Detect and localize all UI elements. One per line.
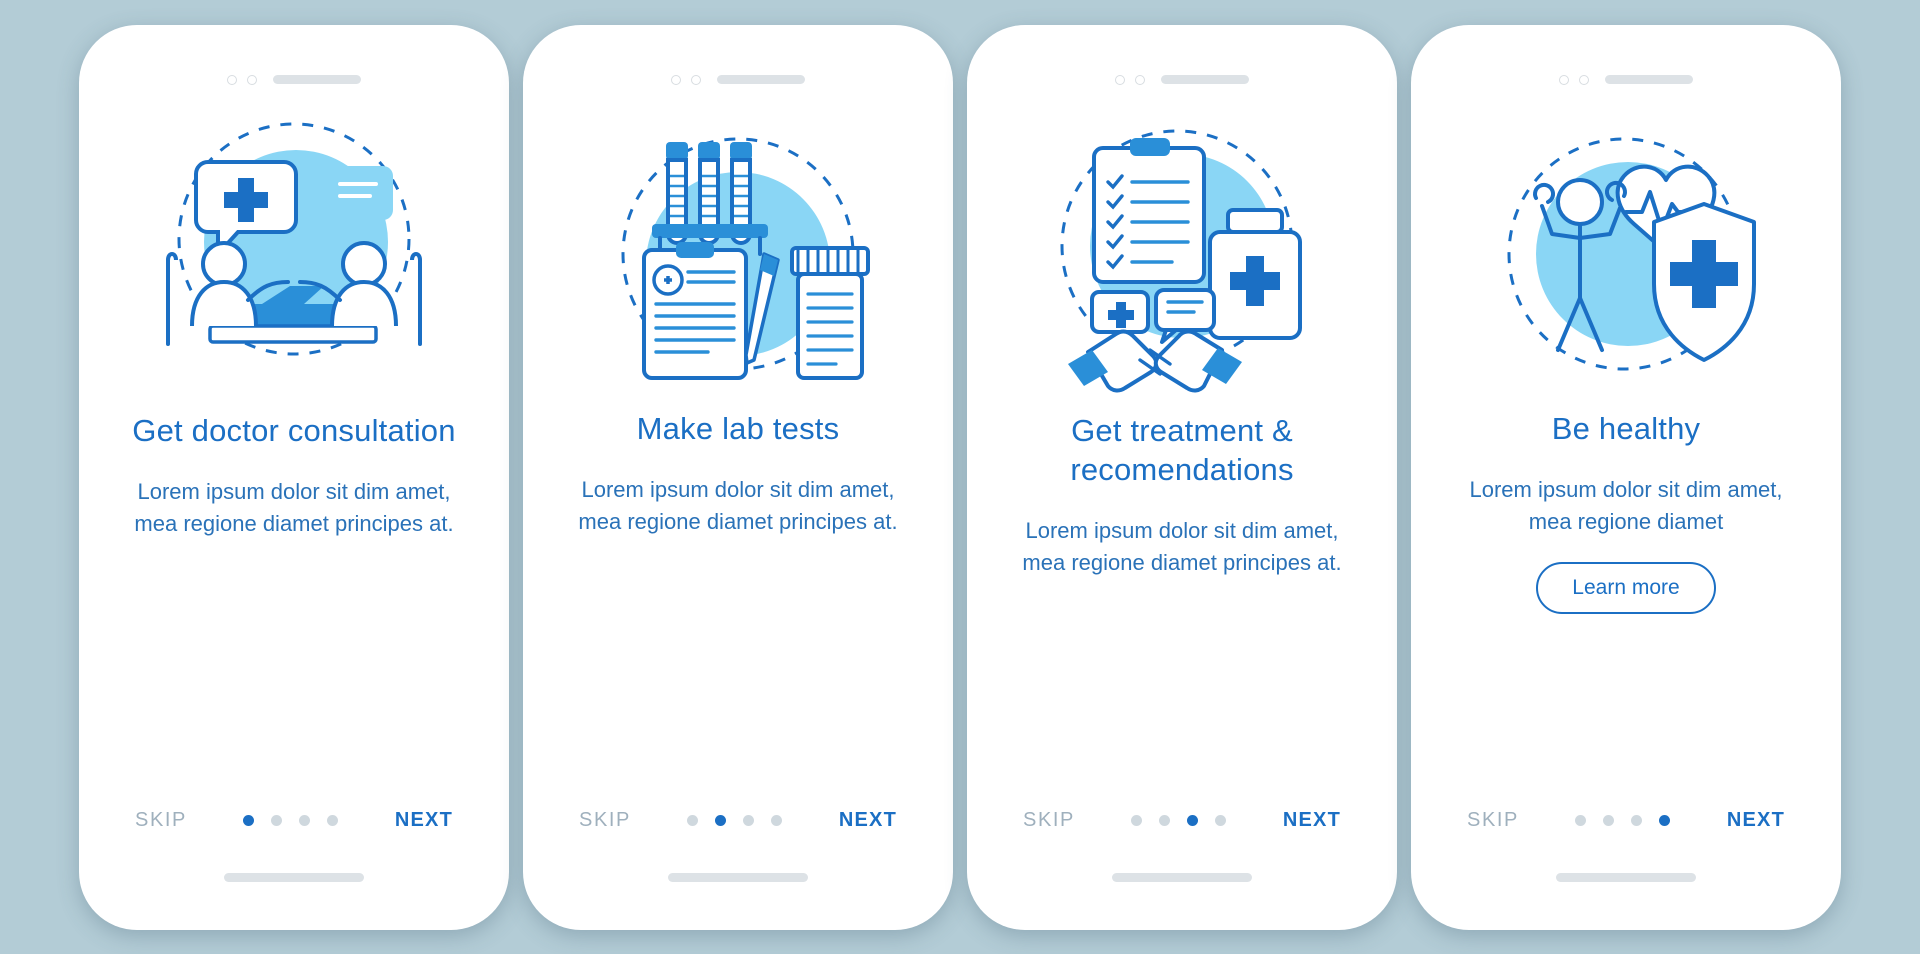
phone-mockup-4: Be healthy Lorem ipsum dolor sit dim ame… xyxy=(1411,24,1841,930)
screen-be-healthy: Be healthy Lorem ipsum dolor sit dim ame… xyxy=(1433,50,1819,910)
page-dot-1[interactable] xyxy=(1575,814,1587,826)
home-indicator xyxy=(1112,872,1252,882)
camera-icon xyxy=(1559,74,1569,85)
page-dot-4[interactable] xyxy=(1659,814,1671,826)
next-button[interactable]: NEXT xyxy=(1727,809,1785,832)
page-dot-1[interactable] xyxy=(1131,814,1143,826)
screen-lab-tests: Make lab tests Lorem ipsum dolor sit dim… xyxy=(545,50,931,910)
screen-footer: SKIP NEXT xyxy=(1433,809,1819,832)
phone-status-bar xyxy=(101,73,487,87)
screen-footer: SKIP NEXT xyxy=(101,809,487,832)
screen-doctor-consultation: Get doctor consultation Lorem ipsum dolo… xyxy=(101,50,487,910)
sensor-icon xyxy=(1135,74,1145,85)
learn-more-button[interactable]: Learn more xyxy=(1536,561,1716,614)
phone-status-bar xyxy=(545,73,931,87)
page-dot-3[interactable] xyxy=(1631,814,1643,826)
screen-footer: SKIP NEXT xyxy=(545,809,931,832)
page-description: Lorem ipsum dolor sit dim amet, mea regi… xyxy=(1469,476,1783,534)
screen-footer: SKIP NEXT xyxy=(989,809,1375,832)
page-dot-4[interactable] xyxy=(327,814,339,826)
sensor-icon xyxy=(691,74,701,85)
camera-icon xyxy=(1115,74,1125,85)
page-description: Lorem ipsum dolor sit dim amet, mea regi… xyxy=(578,476,898,534)
page-dot-2[interactable] xyxy=(271,814,283,826)
page-dot-3[interactable] xyxy=(743,814,755,826)
be-healthy-illustration xyxy=(1461,109,1791,409)
page-indicator xyxy=(687,814,783,826)
next-button[interactable]: NEXT xyxy=(839,809,897,832)
camera-icon xyxy=(227,74,237,85)
next-button[interactable]: NEXT xyxy=(1283,809,1341,832)
page-title: Get treatment & recomendations xyxy=(1070,412,1294,487)
onboarding-screens-stage: Get doctor consultation Lorem ipsum dolo… xyxy=(0,0,1920,954)
page-description: Lorem ipsum dolor sit dim amet, mea regi… xyxy=(1022,518,1342,576)
page-dot-2[interactable] xyxy=(1603,814,1615,826)
page-dot-3[interactable] xyxy=(1187,814,1199,826)
skip-button[interactable]: SKIP xyxy=(579,809,631,832)
page-indicator xyxy=(1131,814,1227,826)
skip-button[interactable]: SKIP xyxy=(1467,809,1519,832)
speaker-grille xyxy=(273,75,361,84)
screen-treatment: Get treatment & recomendations Lorem ips… xyxy=(989,50,1375,910)
home-indicator xyxy=(224,872,364,882)
page-description: Lorem ipsum dolor sit dim amet, mea regi… xyxy=(134,478,454,536)
phone-mockup-2: Make lab tests Lorem ipsum dolor sit dim… xyxy=(523,24,953,930)
page-dot-4[interactable] xyxy=(771,814,783,826)
speaker-grille xyxy=(717,75,805,84)
skip-button[interactable]: SKIP xyxy=(135,809,187,832)
phone-status-bar xyxy=(989,73,1375,87)
doctor-consultation-illustration xyxy=(129,109,459,409)
treatment-illustration xyxy=(1017,109,1347,409)
sensor-icon xyxy=(247,74,257,85)
page-title: Make lab tests xyxy=(636,410,840,446)
home-indicator xyxy=(668,872,808,882)
lab-tests-illustration xyxy=(573,109,903,409)
speaker-grille xyxy=(1605,75,1693,84)
sensor-icon xyxy=(1579,74,1589,85)
page-dot-2[interactable] xyxy=(1159,814,1171,826)
skip-button[interactable]: SKIP xyxy=(1023,809,1075,832)
page-indicator xyxy=(243,814,339,826)
camera-icon xyxy=(671,74,681,85)
phone-mockup-3: Get treatment & recomendations Lorem ips… xyxy=(967,24,1397,930)
page-dot-1[interactable] xyxy=(687,814,699,826)
phone-status-bar xyxy=(1433,73,1819,87)
home-indicator xyxy=(1556,872,1696,882)
page-dot-3[interactable] xyxy=(299,814,311,826)
page-dot-2[interactable] xyxy=(715,814,727,826)
speaker-grille xyxy=(1161,75,1249,84)
page-dot-1[interactable] xyxy=(243,814,255,826)
phone-mockup-1: Get doctor consultation Lorem ipsum dolo… xyxy=(79,24,509,930)
page-dot-4[interactable] xyxy=(1215,814,1227,826)
page-indicator xyxy=(1575,814,1671,826)
page-title: Be healthy xyxy=(1551,410,1701,446)
page-title: Get doctor consultation xyxy=(132,412,456,448)
next-button[interactable]: NEXT xyxy=(395,809,453,832)
